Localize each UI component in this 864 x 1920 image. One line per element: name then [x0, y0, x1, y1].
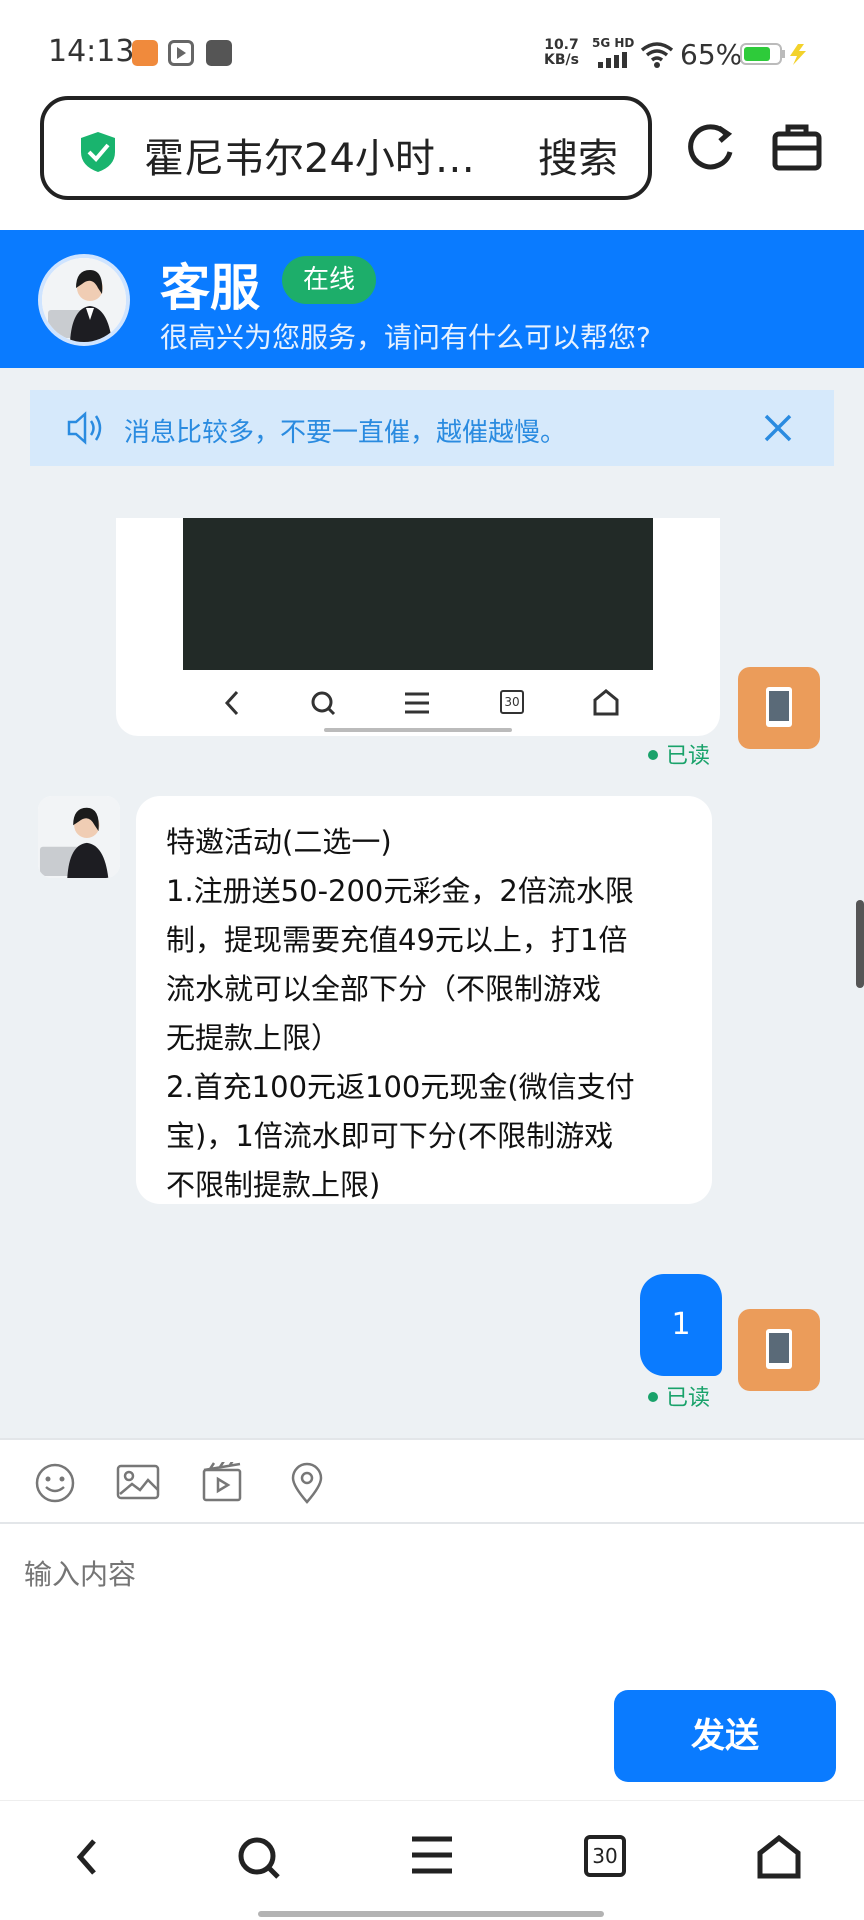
agent-message-avatar [38, 796, 120, 878]
message-line: 无提款上限） [166, 1021, 341, 1055]
agent-greeting: 很高兴为您服务，请问有什么可以帮您? [160, 321, 651, 354]
status-time: 14:13 [48, 34, 135, 69]
read-status: 已读 [648, 738, 710, 770]
tabs-count-icon: 30 [500, 690, 524, 714]
search-button[interactable]: 搜索 [538, 126, 618, 184]
agent-avatar [38, 254, 130, 346]
url-title: 霍尼韦尔24小时… [144, 136, 475, 182]
image-gesture-bar [324, 728, 512, 732]
menu-icon[interactable] [410, 1835, 454, 1875]
network-speed: 10.7 KB/s [544, 37, 579, 68]
close-icon[interactable] [762, 412, 794, 444]
user-message-bubble: 1 [640, 1274, 722, 1376]
send-button[interactable]: 发送 [614, 1690, 836, 1782]
home-icon[interactable] [756, 1835, 802, 1879]
user-avatar [738, 1309, 820, 1391]
toolbox-icon[interactable] [772, 122, 822, 172]
menu-icon [405, 692, 429, 714]
search-icon [311, 691, 336, 716]
wifi-icon [640, 42, 674, 68]
home-icon [593, 689, 619, 716]
gesture-bar[interactable] [258, 1911, 604, 1917]
image-preview [183, 518, 653, 670]
battery-icon [740, 43, 806, 65]
tabs-count-icon[interactable]: 30 [584, 1835, 626, 1877]
chat-area[interactable]: 消息比较多，不要一直催，越催越慢。 30 已读 特邀活动(二选一) 1.注册送5… [0, 368, 864, 1438]
read-status: 已读 [648, 1380, 710, 1412]
message-line: 流水就可以全部下分（不限制游戏 [166, 972, 602, 1006]
emoji-icon[interactable] [34, 1462, 76, 1504]
message-line: 不限制提款上限) [166, 1168, 381, 1202]
message-input[interactable] [24, 1544, 624, 1604]
search-icon[interactable] [236, 1835, 282, 1881]
back-icon[interactable] [72, 1835, 102, 1879]
browser-bar: 霍尼韦尔24小时… 搜索 [0, 96, 864, 230]
input-toolbar [0, 1438, 864, 1524]
play-notification-icon [168, 40, 194, 66]
shield-icon [81, 132, 115, 172]
input-area: 发送 [0, 1524, 864, 1800]
status-bar: 14:13 10.7 KB/s 5G HD 65% [0, 0, 864, 96]
chat-header: 客服 在线 很高兴为您服务，请问有什么可以帮您? [0, 230, 864, 368]
notice-text: 消息比较多，不要一直催，越催越慢。 [124, 418, 567, 448]
message-line: 特邀活动(二选一) [166, 825, 392, 859]
refresh-icon[interactable] [686, 122, 736, 174]
video-icon[interactable] [202, 1462, 242, 1502]
message-line: 宝)，1倍流水即可下分(不限制游戏 [166, 1119, 614, 1153]
message-line: 2.首充100元返100元现金(微信支付 [166, 1070, 635, 1104]
bottom-nav: 30 [0, 1800, 864, 1920]
user-avatar [738, 667, 820, 749]
location-icon[interactable] [290, 1462, 324, 1504]
image-icon[interactable] [116, 1462, 160, 1502]
scrollbar-thumb[interactable] [856, 900, 864, 988]
back-icon [224, 690, 239, 716]
signal-icon [598, 52, 627, 68]
message-line: 1.注册送50-200元彩金，2倍流水限 [166, 874, 634, 908]
message-line: 制，提现需要充值49元以上，打1倍 [166, 923, 628, 957]
notice-bar: 消息比较多，不要一直催，越催越慢。 [30, 390, 834, 466]
image-message[interactable]: 30 [116, 518, 720, 736]
status-badge: 在线 [282, 256, 376, 304]
agent-name: 客服 [160, 259, 260, 317]
speaker-icon [67, 411, 102, 445]
agent-message-bubble: 特邀活动(二选一) 1.注册送50-200元彩金，2倍流水限 制，提现需要充值4… [136, 796, 712, 1204]
app-notification-icon [132, 40, 158, 66]
address-bar[interactable]: 霍尼韦尔24小时… 搜索 [40, 96, 652, 200]
battery-percent: 65% [680, 38, 743, 71]
network-type-label: 5G HD [592, 36, 635, 50]
taobao-notification-icon [206, 40, 232, 66]
